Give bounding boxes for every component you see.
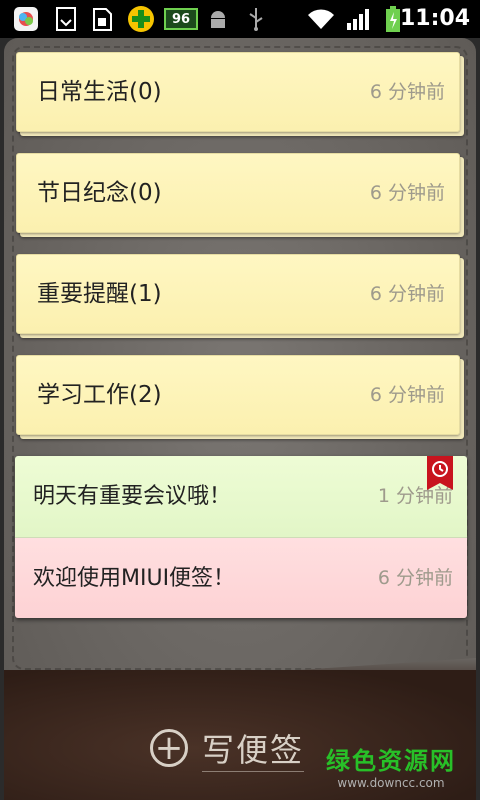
watermark-url: www.downcc.com	[337, 776, 445, 790]
signal-icon	[344, 5, 374, 33]
watermark: 绿色资源网 www.downcc.com	[326, 741, 456, 790]
app-store-icon[interactable]	[12, 5, 40, 33]
note-title: 明天有重要会议哦！	[33, 484, 232, 509]
security-plus-icon	[124, 5, 158, 33]
new-note-label: 写便签	[202, 725, 305, 772]
alarm-clock-icon	[427, 456, 453, 490]
status-bar: 96 11:04	[0, 0, 480, 38]
wifi-icon	[306, 5, 336, 33]
folder-reminders[interactable]: 重要提醒(1) 6 分钟前	[16, 254, 464, 338]
leather-bottom-bar: + 写便签 绿色资源网 www.downcc.com	[4, 670, 476, 800]
folder-time: 6 分钟前	[369, 384, 445, 406]
folder-daily-life[interactable]: 日常生活(0) 6 分钟前	[16, 52, 464, 136]
folder-title: 日常生活(0)	[37, 79, 162, 105]
note-item-welcome[interactable]: 欢迎使用MIUI便签！ 6 分钟前	[15, 538, 467, 618]
folder-title: 重要提醒(1)	[37, 281, 162, 307]
android-debug-icon	[204, 5, 232, 33]
folder-holidays[interactable]: 节日纪念(0) 6 分钟前	[16, 153, 464, 237]
note-title: 欢迎使用MIUI便签！	[33, 566, 236, 591]
folder-title: 节日纪念(0)	[37, 180, 162, 206]
note-time: 6 分钟前	[377, 567, 453, 589]
download-icon	[52, 5, 80, 33]
note-item-meeting[interactable]: 明天有重要会议哦！ 1 分钟前	[15, 456, 467, 538]
notes-list: 明天有重要会议哦！ 1 分钟前 欢迎使用MIUI便签！ 6 分钟前	[15, 456, 467, 618]
folder-title: 学习工作(2)	[37, 382, 162, 408]
new-note-button[interactable]: + 写便签	[150, 718, 340, 778]
notes-board: 日常生活(0) 6 分钟前 节日纪念(0) 6 分钟前 重要提醒(1) 6 分钟…	[4, 38, 476, 800]
folder-time: 6 分钟前	[369, 81, 445, 103]
clock: 11:04	[399, 6, 470, 31]
usb-icon	[242, 5, 270, 33]
folder-time: 6 分钟前	[369, 182, 445, 204]
sd-card-icon	[88, 5, 116, 33]
folder-study-work[interactable]: 学习工作(2) 6 分钟前	[16, 355, 464, 439]
plus-circle-icon: +	[150, 729, 188, 767]
folder-time: 6 分钟前	[369, 283, 445, 305]
battery-level-badge-icon: 96	[164, 5, 198, 33]
watermark-title: 绿色资源网	[326, 747, 456, 775]
